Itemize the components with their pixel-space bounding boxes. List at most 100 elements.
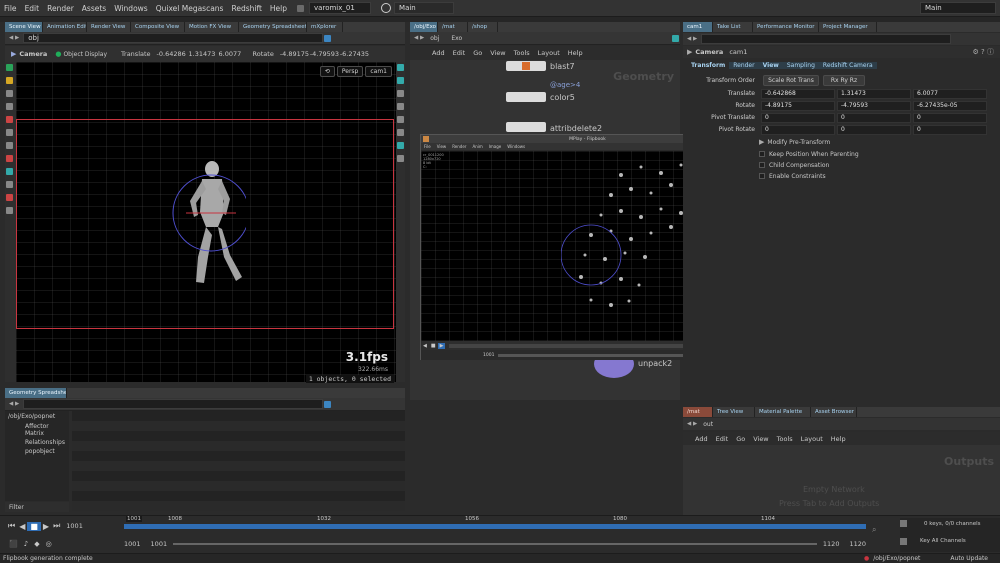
- mplay-menu-windows[interactable]: Windows: [504, 144, 528, 149]
- tab-cam1[interactable]: cam1: [683, 22, 713, 32]
- current-frame-field[interactable]: 1001: [66, 522, 83, 530]
- tree-item-popnet[interactable]: /obj/Exo/popnet: [5, 411, 69, 422]
- realtime-toggle-icon[interactable]: ⬛: [6, 540, 21, 548]
- brush-tool-icon[interactable]: [6, 181, 13, 188]
- scene-viewport[interactable]: ⟲ Persp cam1 3.1fps 322.66ms: [16, 62, 396, 382]
- display-options-icon[interactable]: [397, 64, 404, 71]
- range-end-field[interactable]: 1120: [823, 540, 840, 548]
- mplay-play-back-icon[interactable]: ◀: [421, 343, 429, 349]
- tab-motion-fx-view[interactable]: Motion FX View: [185, 22, 239, 32]
- param-pivot-rotate-x[interactable]: 0: [761, 124, 835, 135]
- node-blast7[interactable]: [506, 61, 546, 71]
- translate-y[interactable]: 1.31473: [189, 50, 219, 58]
- rotate-tool-icon[interactable]: [6, 90, 13, 97]
- mat-menu-edit[interactable]: Edit: [712, 435, 733, 443]
- auto-update-menu[interactable]: Auto Update: [950, 555, 988, 562]
- audio-icon[interactable]: ♪: [21, 540, 31, 548]
- play-reverse-icon[interactable]: ◀: [17, 522, 27, 531]
- tab-asset-browser[interactable]: Asset Browser: [811, 407, 857, 417]
- render-region-icon[interactable]: [6, 168, 13, 175]
- network-path-obj[interactable]: obj: [430, 35, 439, 42]
- subtab-transform[interactable]: Transform: [687, 62, 729, 69]
- network-menu-view[interactable]: View: [486, 49, 509, 57]
- param-translate-x[interactable]: -0.642868: [761, 88, 835, 99]
- mat-menu-layout[interactable]: Layout: [797, 435, 827, 443]
- snapshot-button[interactable]: ⟲: [319, 66, 335, 77]
- camera-menu[interactable]: cam1: [365, 66, 392, 77]
- mat-nav-icon[interactable]: ◀ ▶: [687, 421, 697, 427]
- param-rotate-z[interactable]: -6.27435e-05: [913, 100, 987, 111]
- menu-redshift[interactable]: Redshift: [227, 4, 265, 13]
- save-scene-icon[interactable]: [297, 4, 305, 12]
- network-menu-layout[interactable]: Layout: [534, 49, 564, 57]
- network-nav-icon[interactable]: ◀ ▶: [414, 35, 424, 41]
- network-pin-icon[interactable]: [672, 34, 679, 42]
- move-tool-icon[interactable]: [6, 77, 13, 84]
- tab-tree-view[interactable]: Tree View: [713, 407, 755, 417]
- enable-constraints-checkbox[interactable]: [759, 173, 765, 179]
- stop-icon[interactable]: ■: [27, 521, 41, 531]
- magnet-tool-icon[interactable]: [6, 194, 13, 201]
- node-name-field[interactable]: cam1: [729, 48, 747, 56]
- tab-obj-exo[interactable]: /obj/Exo: [410, 22, 438, 32]
- tab-material-palette[interactable]: Material Palette: [755, 407, 811, 417]
- perspective-menu[interactable]: Persp: [336, 66, 364, 77]
- mat-menu-view[interactable]: View: [749, 435, 772, 443]
- wireframe-icon[interactable]: [397, 155, 404, 162]
- network-menu-tools[interactable]: Tools: [510, 49, 534, 57]
- param-translate-z[interactable]: 6.0077: [913, 88, 987, 99]
- menu-windows[interactable]: Windows: [110, 4, 151, 13]
- network-path-exo[interactable]: Exo: [451, 35, 462, 42]
- params-gear-icon[interactable]: ⚙ ? ⓘ: [973, 47, 994, 57]
- param-pivot-translate-y[interactable]: 0: [837, 112, 911, 123]
- mat-menu-go[interactable]: Go: [732, 435, 749, 443]
- lights-icon[interactable]: [397, 90, 404, 97]
- desktop-selector-right[interactable]: Main: [920, 2, 996, 14]
- network-menu-go[interactable]: Go: [469, 49, 486, 57]
- param-pivot-rotate-y[interactable]: 0: [837, 124, 911, 135]
- menu-quixel[interactable]: Quixel Megascans: [152, 4, 228, 13]
- spreadsheet-pin-icon[interactable]: [324, 400, 332, 408]
- param-translate-y[interactable]: 1.31473: [837, 88, 911, 99]
- view-tool-icon[interactable]: [6, 129, 13, 136]
- subtab-view[interactable]: View: [758, 61, 783, 69]
- params-path-field[interactable]: [701, 34, 952, 44]
- mat-menu-help[interactable]: Help: [827, 435, 850, 443]
- shading-icon[interactable]: [397, 77, 404, 84]
- mplay-frame-start[interactable]: 1001: [483, 353, 494, 358]
- mplay-menu-render[interactable]: Render: [449, 144, 469, 149]
- snap-tool-icon[interactable]: [6, 142, 13, 149]
- tab-take-list[interactable]: Take List: [713, 22, 753, 32]
- tab-geometry-spreadsheet-lower[interactable]: Geometry Spreadsheet: [5, 388, 67, 398]
- node-attribdelete2[interactable]: [506, 122, 546, 132]
- scale-tool-icon[interactable]: [6, 103, 13, 110]
- mplay-menu-image[interactable]: Image: [486, 144, 505, 149]
- subtab-redshift-camera[interactable]: Redshift Camera: [818, 61, 877, 69]
- param-pivot-rotate-z[interactable]: 0: [913, 124, 987, 135]
- menu-help[interactable]: Help: [266, 4, 291, 13]
- translate-x[interactable]: -0.64286: [157, 50, 189, 58]
- background-icon[interactable]: [397, 142, 404, 149]
- rotate-x[interactable]: -4.89175: [280, 50, 310, 58]
- child-compensation-checkbox[interactable]: [759, 162, 765, 168]
- tab-shop[interactable]: /shop: [468, 22, 498, 32]
- rotate-y[interactable]: -4.79593: [310, 50, 340, 58]
- play-forward-icon[interactable]: ▶: [41, 522, 51, 531]
- spreadsheet-table[interactable]: [72, 411, 405, 511]
- ghost-icon[interactable]: [397, 103, 404, 110]
- params-nav-icon[interactable]: ◀ ▶: [687, 36, 697, 42]
- mplay-play-icon[interactable]: ▶: [437, 342, 446, 349]
- param-pivot-translate-z[interactable]: 0: [913, 112, 987, 123]
- tab-composite-view[interactable]: Composite View: [131, 22, 185, 32]
- param-rotate-x[interactable]: -4.89175: [761, 100, 835, 111]
- jump-end-icon[interactable]: ⏭: [51, 521, 62, 531]
- scene-path-field[interactable]: obj: [23, 33, 324, 43]
- range-start-field-2[interactable]: 1001: [151, 540, 168, 548]
- timeline-current-marker[interactable]: 1001: [126, 516, 142, 522]
- menu-file[interactable]: File: [0, 4, 21, 13]
- mat-menu-tools[interactable]: Tools: [773, 435, 797, 443]
- grid-toggle-icon[interactable]: [397, 129, 404, 136]
- character-figure[interactable]: [166, 157, 246, 297]
- rotation-order-menu[interactable]: Rx Ry Rz: [823, 75, 865, 86]
- tree-item-affector-matrix[interactable]: Affector Matrix: [5, 422, 69, 438]
